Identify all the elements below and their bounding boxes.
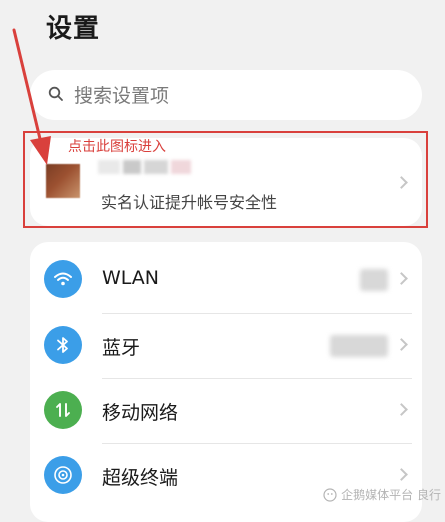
annotation-arrow	[12, 28, 51, 165]
